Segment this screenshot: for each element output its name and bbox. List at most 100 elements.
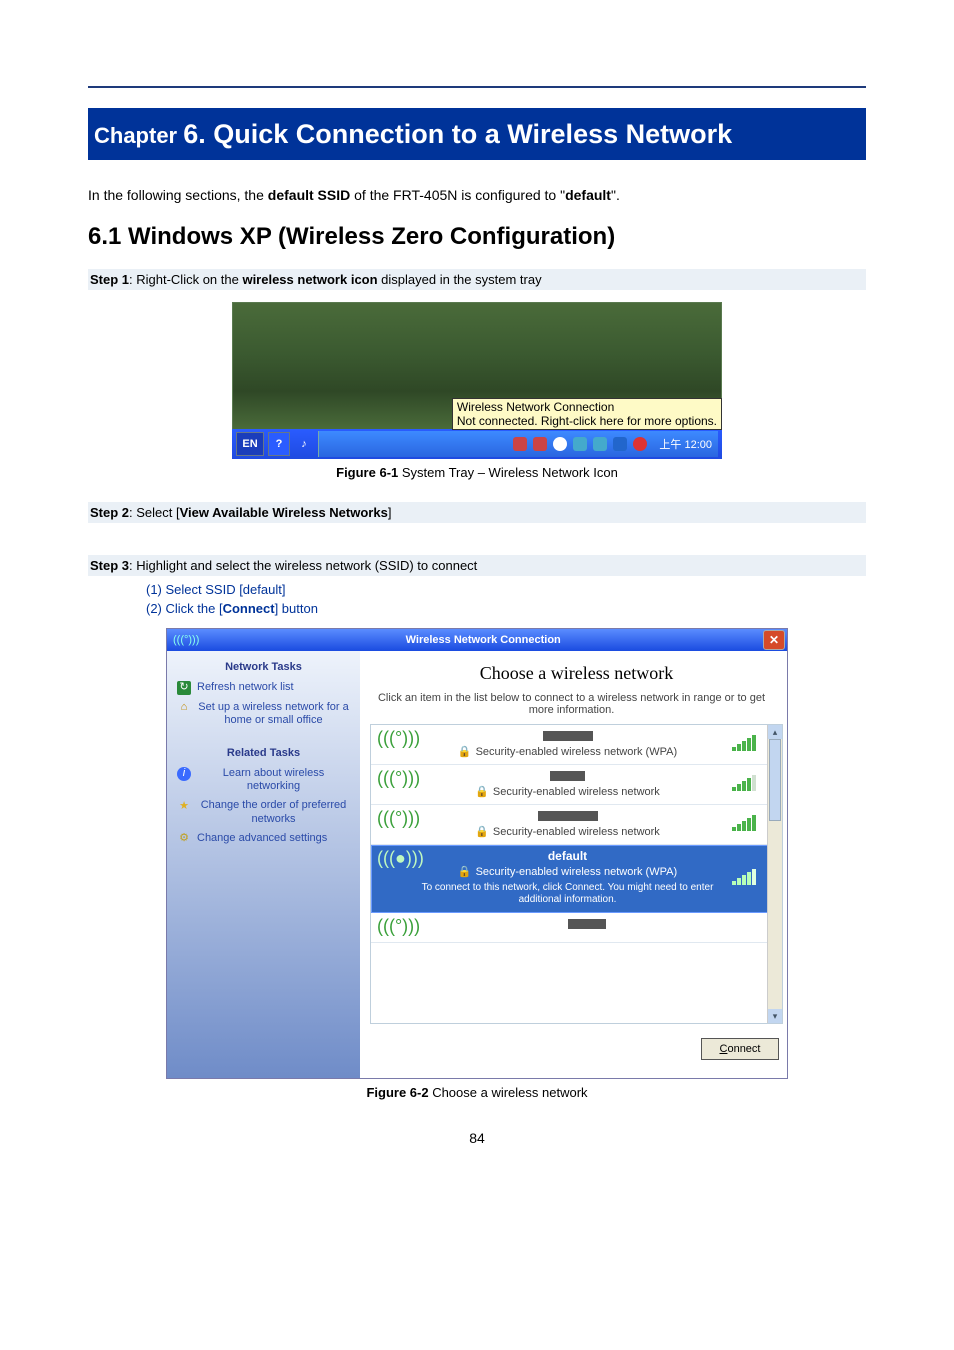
signal-bars-icon bbox=[732, 815, 762, 831]
taskbar: EN ? ♪ 上午 12:00 bbox=[232, 429, 722, 459]
caption1-label: Figure 6-1 bbox=[336, 465, 398, 480]
step2-b2: View Available Wireless Networks bbox=[180, 505, 388, 520]
step1-b2: wireless network icon bbox=[242, 272, 377, 287]
step3-bar: Step 3: Highlight and select the wireles… bbox=[88, 555, 866, 576]
chapter-heading: Chapter 6. Quick Connection to a Wireles… bbox=[88, 108, 866, 160]
setup-wireless-network-link[interactable]: ⌂ Set up a wireless network for a home o… bbox=[177, 701, 350, 727]
gear-icon: ⚙ bbox=[177, 832, 191, 846]
substep-2a: (2) Click the [ bbox=[146, 601, 223, 616]
desktop-background: Wireless Network Connection Not connecte… bbox=[232, 302, 722, 429]
signal-icon: (((●))) bbox=[377, 849, 403, 869]
change-order-link[interactable]: ★ Change the order of preferred networks bbox=[177, 799, 350, 825]
security-label: 🔒Security-enabled wireless network bbox=[411, 825, 724, 838]
task-pane: Network Tasks ↻ Refresh network list ⌂ S… bbox=[167, 651, 360, 1078]
step2-bar: Step 2: Select [View Available Wireless … bbox=[88, 502, 866, 523]
change-advanced-link[interactable]: ⚙ Change advanced settings bbox=[177, 832, 350, 846]
wireless-tray-icon[interactable] bbox=[573, 437, 587, 451]
caption1-text: System Tray – Wireless Network Icon bbox=[398, 465, 618, 480]
tray-icon[interactable] bbox=[513, 437, 527, 451]
signal-bars-icon bbox=[732, 775, 762, 791]
signal-icon: (((°))) bbox=[377, 917, 403, 937]
refresh-icon: ↻ bbox=[177, 681, 191, 695]
network-item[interactable]: (((°))) 🔒Security-enabled wireless netwo… bbox=[371, 765, 768, 805]
taskbar-clock: 上午 12:00 bbox=[659, 436, 712, 452]
tray-icon[interactable] bbox=[613, 437, 627, 451]
caption2-label: Figure 6-2 bbox=[366, 1085, 428, 1100]
figure-6-2: (((°))) Wireless Network Connection ✕ Ne… bbox=[166, 628, 788, 1079]
intro-b2: default bbox=[565, 187, 611, 203]
lock-icon: 🔒 bbox=[475, 826, 489, 838]
intro-t1: In the following sections, the bbox=[88, 187, 268, 203]
substep-2b: Connect bbox=[223, 601, 275, 616]
lock-icon: 🔒 bbox=[458, 866, 472, 878]
substep-2c: ] button bbox=[275, 601, 318, 616]
intro-b1: default SSID bbox=[268, 187, 350, 203]
signal-bars-icon bbox=[732, 869, 762, 885]
network-item[interactable]: (((°))) 🔒Security-enabled wireless netwo… bbox=[371, 805, 768, 845]
network-item[interactable]: (((°))) bbox=[371, 913, 768, 944]
language-indicator[interactable]: EN bbox=[236, 432, 264, 456]
tray-icon[interactable] bbox=[553, 437, 567, 451]
substep-2: (2) Click the [Connect] button bbox=[146, 601, 866, 616]
signal-icon: (((°))) bbox=[377, 729, 403, 749]
step3-t1: : Highlight and select the wireless netw… bbox=[129, 558, 477, 573]
figure-6-1: Wireless Network Connection Not connecte… bbox=[232, 302, 722, 459]
ssid-label bbox=[411, 917, 762, 931]
signal-icon: (((°))) bbox=[377, 809, 403, 829]
ssid-label bbox=[411, 769, 724, 783]
network-tasks-heading: Network Tasks bbox=[177, 661, 350, 673]
scroll-track[interactable] bbox=[768, 739, 782, 1009]
choose-network-title: Choose a wireless network bbox=[370, 663, 783, 684]
help-icon[interactable]: ? bbox=[268, 432, 290, 456]
header-rule bbox=[88, 86, 866, 88]
refresh-network-list-link[interactable]: ↻ Refresh network list bbox=[177, 681, 350, 695]
ssid-label bbox=[411, 729, 724, 743]
intro-t3: ". bbox=[611, 187, 620, 203]
related-tasks-heading: Related Tasks bbox=[177, 747, 350, 759]
player-icon[interactable]: ♪ bbox=[294, 433, 314, 455]
network-list-pane: Choose a wireless network Click an item … bbox=[360, 651, 787, 1078]
info-icon: i bbox=[177, 767, 191, 781]
step1-t2: displayed in the system tray bbox=[378, 272, 542, 287]
connect-button[interactable]: Connect bbox=[701, 1038, 779, 1060]
tooltip-line2: Not connected. Right-click here for more… bbox=[457, 414, 717, 428]
setup-label: Set up a wireless network for a home or … bbox=[197, 701, 350, 727]
learn-label: Learn about wireless networking bbox=[197, 767, 350, 793]
tray-icon[interactable] bbox=[633, 437, 647, 451]
tooltip-line1: Wireless Network Connection bbox=[457, 400, 717, 414]
figure-6-1-caption: Figure 6-1 System Tray – Wireless Networ… bbox=[88, 465, 866, 480]
wireless-icon: (((°))) bbox=[173, 634, 199, 646]
network-item-selected[interactable]: (((●))) default 🔒Security-enabled wirele… bbox=[371, 845, 768, 913]
page-number: 84 bbox=[88, 1130, 866, 1146]
ssid-label bbox=[411, 809, 724, 823]
network-list: (((°))) 🔒Security-enabled wireless netwo… bbox=[370, 724, 783, 1024]
network-item[interactable]: (((°))) 🔒Security-enabled wireless netwo… bbox=[371, 725, 768, 765]
wireless-tooltip: Wireless Network Connection Not connecte… bbox=[452, 398, 722, 430]
lock-icon: 🔒 bbox=[475, 786, 489, 798]
scroll-thumb[interactable] bbox=[769, 739, 781, 821]
section-6-1-heading: 6.1 Windows XP (Wireless Zero Configurat… bbox=[88, 223, 866, 251]
tray-icon[interactable] bbox=[533, 437, 547, 451]
choose-network-subtitle: Click an item in the list below to conne… bbox=[370, 692, 783, 716]
connect-button-label: onnect bbox=[727, 1043, 760, 1055]
close-button[interactable]: ✕ bbox=[763, 630, 785, 650]
scroll-down-button[interactable]: ▾ bbox=[768, 1009, 782, 1023]
intro-t2: of the FRT-405N is configured to " bbox=[350, 187, 565, 203]
tray-icon[interactable] bbox=[593, 437, 607, 451]
intro-paragraph: In the following sections, the default S… bbox=[88, 186, 866, 204]
connect-note: To connect to this network, click Connec… bbox=[411, 882, 724, 906]
window-title-bar: (((°))) Wireless Network Connection ✕ bbox=[167, 629, 787, 651]
scrollbar[interactable]: ▴ ▾ bbox=[767, 725, 782, 1023]
security-label: 🔒Security-enabled wireless network bbox=[411, 785, 724, 798]
star-icon: ★ bbox=[177, 799, 191, 813]
learn-wireless-link[interactable]: i Learn about wireless networking bbox=[177, 767, 350, 793]
step1-bar: Step 1: Right-Click on the wireless netw… bbox=[88, 269, 866, 290]
lock-icon: 🔒 bbox=[458, 746, 472, 758]
system-tray: 上午 12:00 bbox=[318, 431, 718, 457]
setup-icon: ⌂ bbox=[177, 701, 191, 715]
figure-6-2-caption: Figure 6-2 Choose a wireless network bbox=[88, 1085, 866, 1100]
signal-icon: (((°))) bbox=[377, 769, 403, 789]
substep-1: (1) Select SSID [default] bbox=[146, 582, 866, 597]
step1-t1: : Right-Click on the bbox=[129, 272, 242, 287]
scroll-up-button[interactable]: ▴ bbox=[768, 725, 782, 739]
